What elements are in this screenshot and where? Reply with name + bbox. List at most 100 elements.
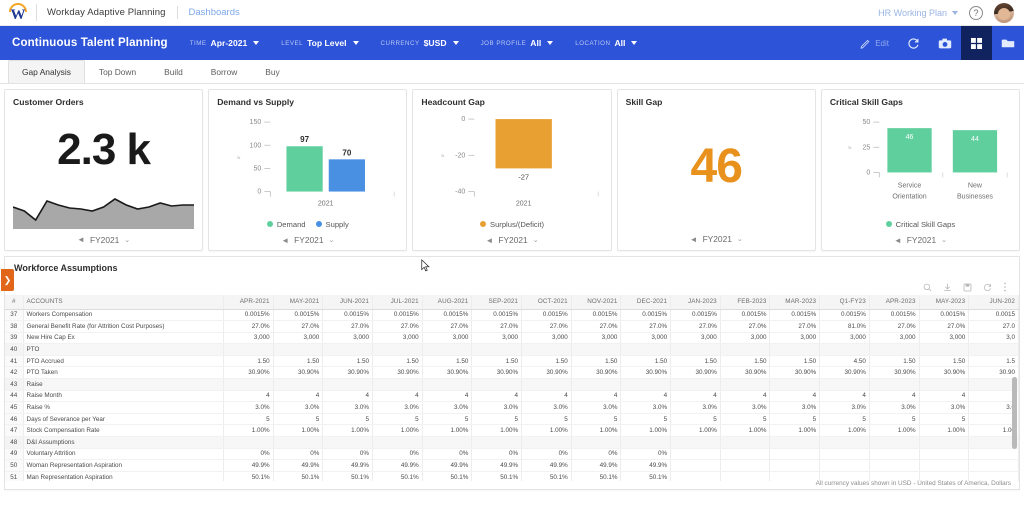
table-cell[interactable]: 27.0%	[223, 320, 274, 333]
table-cell[interactable]: 4.50	[819, 355, 870, 368]
table-cell[interactable]: 0%	[620, 448, 672, 461]
table-cell[interactable]: 1.50	[670, 355, 721, 368]
table-cell[interactable]: 3.0%	[720, 401, 771, 414]
table-cell[interactable]: 1.50	[620, 355, 672, 368]
table-cell[interactable]: 1.50	[720, 355, 771, 368]
table-cell[interactable]	[720, 471, 771, 481]
table-cell[interactable]: 1.50	[769, 355, 821, 368]
table-cell[interactable]: 3.0%	[273, 401, 324, 414]
table-cell[interactable]	[620, 436, 672, 449]
account-label[interactable]: Man Representation Aspiration	[23, 471, 224, 481]
table-cell[interactable]	[372, 343, 423, 356]
more-vertical-icon[interactable]	[1003, 282, 1007, 292]
table-cell[interactable]: 3.0%	[769, 401, 821, 414]
table-cell[interactable]: 0.0015%	[372, 309, 423, 322]
table-cell[interactable]: 1.50	[869, 355, 920, 368]
table-row[interactable]: 39 New Hire Cap Ex 3,000 3,000 3,000 3,000 3,0…	[5, 332, 1019, 345]
table-cell[interactable]: 1.00%	[273, 424, 324, 438]
table-cell[interactable]	[422, 436, 473, 449]
table-cell[interactable]	[968, 459, 1019, 472]
table-cell[interactable]	[720, 436, 771, 449]
table-cell[interactable]	[223, 343, 274, 356]
table-cell[interactable]	[273, 378, 324, 391]
table-cell[interactable]	[769, 343, 821, 356]
table-cell[interactable]: 0%	[223, 448, 274, 461]
table-cell[interactable]	[769, 448, 821, 461]
table-cell[interactable]: 49.9%	[223, 459, 274, 472]
table-cell[interactable]: 1.50	[422, 355, 473, 368]
column-header-q1-fy23[interactable]: Q1-FY23	[819, 295, 870, 310]
refresh-button[interactable]	[898, 26, 929, 60]
card-period-selector[interactable]: ◄ FY2021 ⌄	[217, 230, 398, 250]
table-cell[interactable]	[968, 343, 1019, 356]
table-cell[interactable]	[769, 471, 821, 481]
tab-top-down[interactable]: Top Down	[85, 60, 150, 83]
table-cell[interactable]	[521, 343, 572, 356]
account-label[interactable]: −Raise	[23, 378, 224, 391]
table-cell[interactable]: 30.90%	[521, 366, 572, 380]
table-cell[interactable]: 3.0%	[620, 401, 672, 414]
table-cell[interactable]	[620, 378, 672, 391]
table-cell[interactable]	[422, 343, 473, 356]
table-cell[interactable]: 49.9%	[422, 459, 473, 472]
table-cell[interactable]: 1.00%	[571, 424, 622, 438]
table-cell[interactable]	[869, 459, 920, 472]
table-cell[interactable]: 3,000	[571, 332, 622, 345]
table-cell[interactable]: 4	[422, 390, 473, 403]
table-row[interactable]: 47 Stock Compensation Rate 1.00% 1.00% 1.00%…	[5, 424, 1019, 438]
filter-time[interactable]: TIME Apr-2021	[190, 38, 260, 48]
table-cell[interactable]: 5	[273, 413, 324, 426]
account-label[interactable]: New Hire Cap Ex	[23, 332, 224, 345]
table-cell[interactable]: 5	[670, 413, 721, 426]
table-cell[interactable]: 49.9%	[273, 459, 324, 472]
table-cell[interactable]	[620, 343, 672, 356]
table-cell[interactable]: 50.1%	[223, 471, 274, 481]
table-cell[interactable]	[471, 436, 523, 449]
table-cell[interactable]: 3.0%	[372, 401, 423, 414]
table-cell[interactable]: 0.0015%	[769, 309, 821, 322]
expand-sidebar-button[interactable]: ❯	[1, 269, 14, 291]
table-cell[interactable]: 1.50	[273, 355, 324, 368]
table-cell[interactable]	[273, 343, 324, 356]
table-cell[interactable]: 3,000	[223, 332, 274, 345]
table-row[interactable]: 43−Raise	[5, 378, 1019, 391]
table-cell[interactable]: 1.00%	[819, 424, 870, 438]
account-label[interactable]: Woman Representation Aspiration	[23, 459, 224, 472]
table-cell[interactable]: 0%	[521, 448, 572, 461]
save-icon[interactable]	[963, 283, 972, 292]
card-demand-vs-supply[interactable]: Demand vs Supply 150 100 50 0 ≈ 97 70 20…	[208, 89, 408, 251]
table-cell[interactable]: 1.00%	[670, 424, 721, 438]
table-cell[interactable]: 4	[322, 390, 373, 403]
column-header-apr-2023[interactable]: APR-2023	[869, 295, 920, 310]
table-cell[interactable]: 0.0015%	[273, 309, 324, 322]
table-cell[interactable]: 0.0015%	[521, 309, 572, 322]
legend-item-surplus-deficit[interactable]: Surplus/(Deficit)	[480, 220, 544, 229]
table-cell[interactable]: 30.90%	[919, 366, 970, 380]
table-cell[interactable]	[571, 378, 622, 391]
table-cell[interactable]: 30.90%	[670, 366, 721, 380]
column-header-apr-2021[interactable]: APR-2021	[223, 295, 274, 310]
table-cell[interactable]: 27.0%	[571, 320, 622, 333]
column-header-oct-2021[interactable]: OCT-2021	[521, 295, 572, 310]
prev-period-icon[interactable]: ◄	[485, 236, 493, 245]
table-row[interactable]: 40−PTO	[5, 343, 1019, 356]
table-cell[interactable]	[819, 448, 870, 461]
table-cell[interactable]: 1.00%	[869, 424, 920, 438]
filter-currency[interactable]: CURRENCY $USD	[381, 38, 459, 48]
table-cell[interactable]: 3,000	[322, 332, 373, 345]
table-cell[interactable]: 3.0%	[322, 401, 373, 414]
table-cell[interactable]: 3.0%	[521, 401, 572, 414]
prev-period-icon[interactable]: ◄	[894, 236, 902, 245]
table-cell[interactable]	[919, 459, 970, 472]
card-customer-orders[interactable]: Customer Orders 2.3 k ◄ FY2021 ⌄	[4, 89, 204, 251]
table-cell[interactable]: 5	[919, 413, 970, 426]
table-cell[interactable]	[670, 448, 721, 461]
table-cell[interactable]: 1.00%	[422, 424, 473, 438]
table-cell[interactable]	[720, 448, 771, 461]
table-cell[interactable]: 30.90%	[471, 366, 523, 380]
table-cell[interactable]: 5	[819, 413, 870, 426]
table-cell[interactable]: 3,000	[422, 332, 473, 345]
table-row[interactable]: 41 PTO Accrued 1.50 1.50 1.50 1.50 1.50 1.50 1.5…	[5, 355, 1019, 368]
table-cell[interactable]: 1.00%	[322, 424, 373, 438]
table-cell[interactable]	[819, 459, 870, 472]
